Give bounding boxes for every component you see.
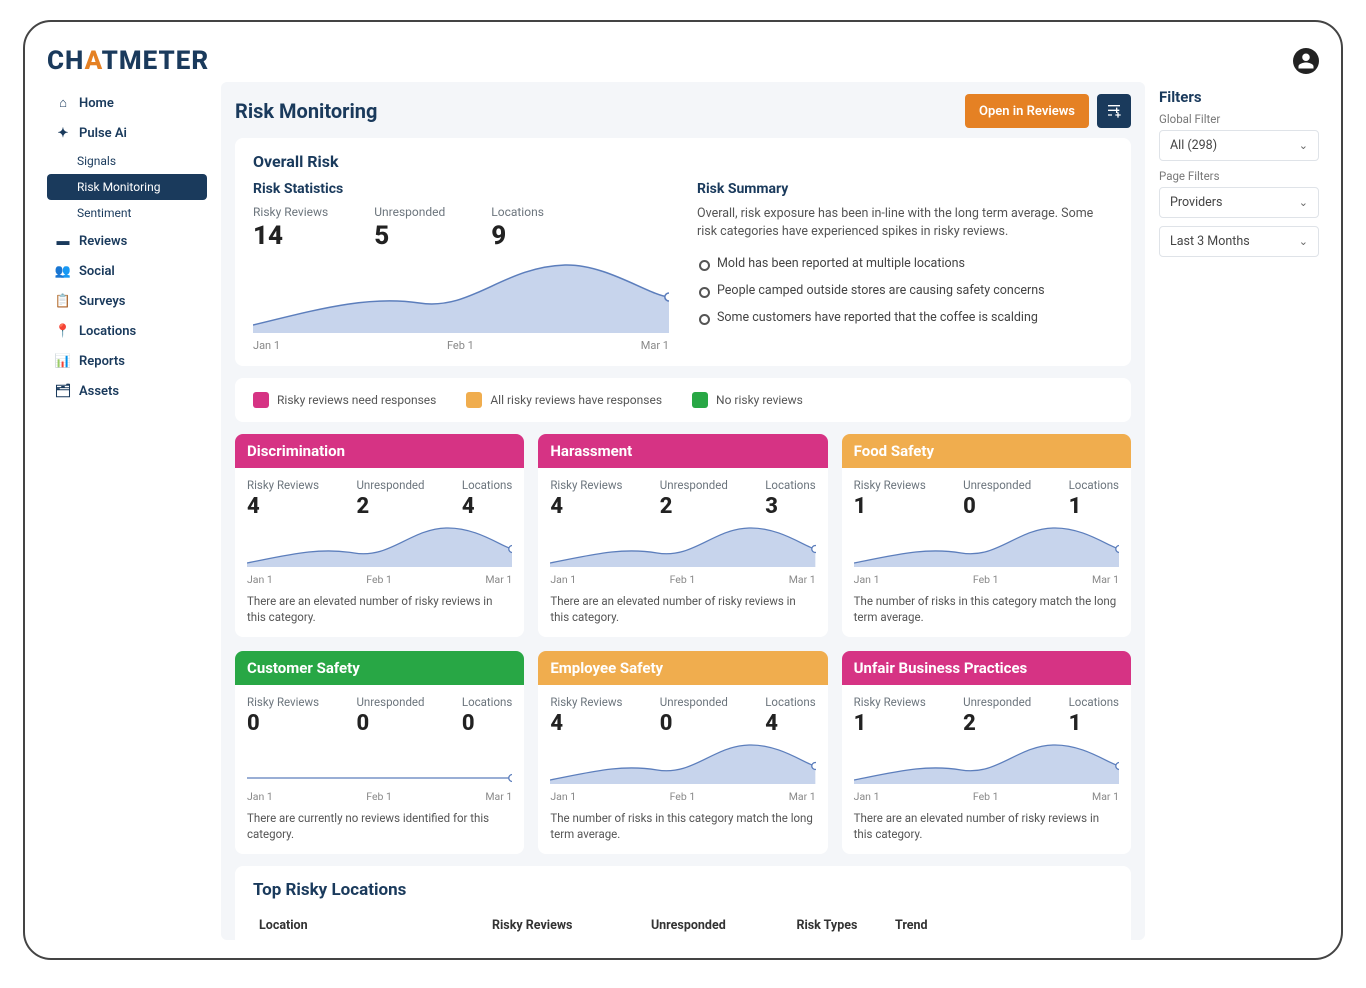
risk-card-title: Discrimination bbox=[235, 434, 524, 468]
sliders-icon bbox=[1106, 103, 1122, 119]
nav-home[interactable]: ⌂Home bbox=[47, 88, 207, 118]
nav-signals[interactable]: Signals bbox=[47, 148, 207, 174]
nav-reviews[interactable]: ▬Reviews bbox=[47, 226, 207, 256]
risk-card-note: The number of risks in this category mat… bbox=[854, 594, 1119, 625]
risk-summary-bullets: Mold has been reported at multiple locat… bbox=[697, 250, 1113, 331]
home-icon: ⌂ bbox=[55, 95, 71, 111]
risk-card-note: There are an elevated number of risky re… bbox=[854, 811, 1119, 842]
assets-icon: 🗂 bbox=[55, 383, 71, 399]
risk-card[interactable]: Harassment Risky Reviews4 Unresponded2 L… bbox=[538, 434, 827, 637]
risk-card-title: Unfair Business Practices bbox=[842, 651, 1131, 685]
legend-card: Risky reviews need responses All risky r… bbox=[235, 378, 1131, 422]
page-title: Risk Monitoring bbox=[235, 99, 377, 123]
sparkle-icon: ✦ bbox=[55, 125, 71, 141]
risk-card[interactable]: Food Safety Risky Reviews1 Unresponded0 … bbox=[842, 434, 1131, 637]
chart-icon: 📊 bbox=[55, 353, 71, 369]
overall-unresponded-value: 5 bbox=[374, 221, 445, 251]
user-avatar[interactable] bbox=[1293, 48, 1319, 74]
risk-card-title: Harassment bbox=[538, 434, 827, 468]
nav-locations[interactable]: 📍Locations bbox=[47, 316, 207, 346]
overall-locations-value: 9 bbox=[491, 221, 544, 251]
people-icon: 👥 bbox=[55, 263, 71, 279]
nav-pulse-ai[interactable]: ✦Pulse Ai bbox=[47, 118, 207, 148]
legend-all-responded: All risky reviews have responses bbox=[466, 392, 662, 408]
nav-assets[interactable]: 🗂Assets bbox=[47, 376, 207, 406]
chevron-down-icon: ⌄ bbox=[1299, 139, 1308, 152]
summary-bullet: People camped outside stores are causing… bbox=[697, 277, 1113, 304]
clipboard-icon: 📋 bbox=[55, 293, 71, 309]
risk-card-note: There are currently no reviews identifie… bbox=[247, 811, 512, 842]
risk-card[interactable]: Employee Safety Risky Reviews4 Unrespond… bbox=[538, 651, 827, 854]
providers-filter-select[interactable]: Providers⌄ bbox=[1159, 187, 1319, 218]
legend-no-risky: No risky reviews bbox=[692, 392, 803, 408]
sidebar: ⌂Home ✦Pulse Ai Signals Risk Monitoring … bbox=[47, 82, 207, 940]
overall-risky-value: 14 bbox=[253, 221, 328, 251]
risk-summary-heading: Risk Summary bbox=[697, 181, 1113, 197]
filters-heading: Filters bbox=[1159, 88, 1319, 106]
risk-category-grid: Discrimination Risky Reviews4 Unresponde… bbox=[235, 434, 1131, 854]
risk-card-note: There are an elevated number of risky re… bbox=[550, 594, 815, 625]
summary-bullet: Some customers have reported that the co… bbox=[697, 304, 1113, 331]
risk-card-title: Customer Safety bbox=[235, 651, 524, 685]
risk-statistics-heading: Risk Statistics bbox=[253, 181, 669, 197]
summary-bullet: Mold has been reported at multiple locat… bbox=[697, 250, 1113, 277]
settings-button[interactable] bbox=[1097, 94, 1131, 128]
nav-social[interactable]: 👥Social bbox=[47, 256, 207, 286]
risk-card-title: Food Safety bbox=[842, 434, 1131, 468]
risk-card-title: Employee Safety bbox=[538, 651, 827, 685]
top-risky-locations-card: Top Risky Locations Location Risky Revie… bbox=[235, 866, 1131, 940]
chevron-down-icon: ⌄ bbox=[1299, 196, 1308, 209]
table-heading: Top Risky Locations bbox=[253, 880, 1113, 900]
overall-risk-card: Overall Risk Risk Statistics Risky Revie… bbox=[235, 138, 1131, 366]
overall-trend-chart bbox=[253, 255, 669, 333]
nav-reports[interactable]: 📊Reports bbox=[47, 346, 207, 376]
risk-card-note: The number of risks in this category mat… bbox=[550, 811, 815, 842]
chat-icon: ▬ bbox=[55, 233, 71, 249]
risk-card-note: There are an elevated number of risky re… bbox=[247, 594, 512, 625]
main-content: Risk Monitoring Open in Reviews Overall … bbox=[221, 82, 1145, 940]
risk-card[interactable]: Discrimination Risky Reviews4 Unresponde… bbox=[235, 434, 524, 637]
risk-card[interactable]: Unfair Business Practices Risky Reviews1… bbox=[842, 651, 1131, 854]
global-filter-select[interactable]: All (298)⌄ bbox=[1159, 130, 1319, 161]
risk-card[interactable]: Customer Safety Risky Reviews0 Unrespond… bbox=[235, 651, 524, 854]
open-in-reviews-button[interactable]: Open in Reviews bbox=[965, 94, 1089, 128]
risk-summary-text: Overall, risk exposure has been in-line … bbox=[697, 205, 1113, 240]
legend-need-responses: Risky reviews need responses bbox=[253, 392, 436, 408]
overall-heading: Overall Risk bbox=[253, 152, 1113, 171]
nav-risk-monitoring[interactable]: Risk Monitoring bbox=[47, 174, 207, 200]
nav-surveys[interactable]: 📋Surveys bbox=[47, 286, 207, 316]
filters-panel: Filters Global Filter All (298)⌄ Page Fi… bbox=[1159, 82, 1319, 940]
chevron-down-icon: ⌄ bbox=[1299, 235, 1308, 248]
pin-icon: 📍 bbox=[55, 323, 71, 339]
person-icon bbox=[1297, 52, 1315, 70]
brand-logo: CHATMETER bbox=[47, 46, 209, 76]
nav-sentiment[interactable]: Sentiment bbox=[47, 200, 207, 226]
date-range-filter-select[interactable]: Last 3 Months⌄ bbox=[1159, 226, 1319, 257]
